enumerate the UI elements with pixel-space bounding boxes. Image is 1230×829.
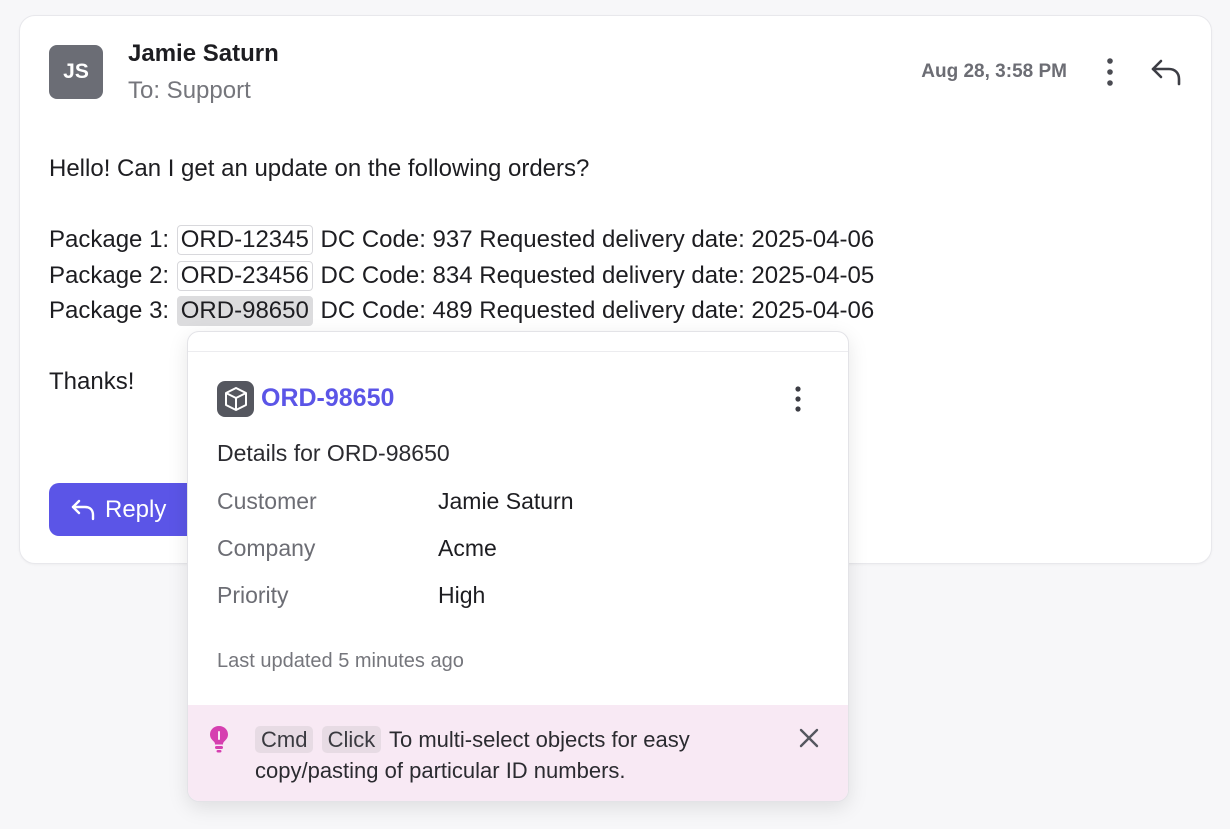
reply-icon-button[interactable] (1148, 54, 1184, 90)
detail-key: Priority (217, 582, 289, 608)
tip-close-button[interactable] (796, 725, 822, 751)
more-vertical-icon (795, 386, 801, 412)
package-line: Package 1: ORD-12345 DC Code: 937 Reques… (49, 222, 874, 258)
popover-more-button[interactable] (786, 382, 810, 416)
reply-arrow-icon (71, 499, 95, 520)
box-icon (217, 381, 254, 417)
reply-arrow-icon (1151, 59, 1181, 86)
package-line: Package 3: ORD-98650 DC Code: 489 Reques… (49, 293, 874, 329)
order-chip-selected[interactable]: ORD-98650 (176, 296, 313, 326)
tip-message: To multi-select objects for easy copy/pa… (255, 727, 690, 783)
popover-title-link[interactable]: ORD-98650 (261, 384, 394, 413)
package-details: DC Code: 937 Requested delivery date: 20… (320, 226, 875, 253)
order-chip[interactable]: ORD-23456 (176, 260, 313, 291)
detail-value: Acme (438, 535, 497, 561)
close-icon (799, 728, 819, 748)
package-label: Package 3: (49, 297, 170, 324)
package-line: Package 2: ORD-23456 DC Code: 834 Reques… (49, 258, 874, 294)
tip-text: Cmd Click To multi-select objects for ea… (255, 724, 755, 786)
avatar: JS (49, 45, 103, 99)
recipient-line: To: Support (128, 77, 251, 104)
package-label: Package 2: (49, 261, 170, 289)
order-chip[interactable]: ORD-12345 (176, 225, 313, 255)
package-details: DC Code: 834 Requested delivery date: 20… (320, 261, 875, 289)
detail-key: Customer (217, 488, 317, 514)
package-details: DC Code: 489 Requested delivery date: 20… (320, 297, 875, 324)
reply-button[interactable]: Reply (49, 483, 199, 536)
popover-subtitle: Details for ORD-98650 (217, 440, 450, 466)
order-details-popover: ORD-98650 Details for ORD-98650 Customer… (187, 331, 849, 802)
detail-value: High (438, 582, 486, 608)
kbd-cmd: Cmd (255, 726, 314, 753)
more-options-button[interactable] (1098, 55, 1122, 89)
lightbulb-icon (210, 726, 228, 753)
tip-bar: Cmd Click To multi-select objects for ea… (188, 705, 848, 801)
more-vertical-icon (1107, 58, 1113, 86)
package-label: Package 1: (49, 226, 170, 253)
kbd-click: Click (321, 726, 382, 753)
reply-button-label: Reply (105, 495, 167, 523)
detail-value: Jamie Saturn (438, 488, 574, 514)
sender-name: Jamie Saturn (128, 40, 279, 67)
email-timestamp: Aug 28, 3:58 PM (921, 61, 1067, 82)
detail-key: Company (217, 535, 316, 561)
greeting-line: Hello! Can I get an update on the follow… (49, 155, 590, 182)
divider (188, 351, 848, 352)
last-updated: Last updated 5 minutes ago (217, 650, 464, 672)
